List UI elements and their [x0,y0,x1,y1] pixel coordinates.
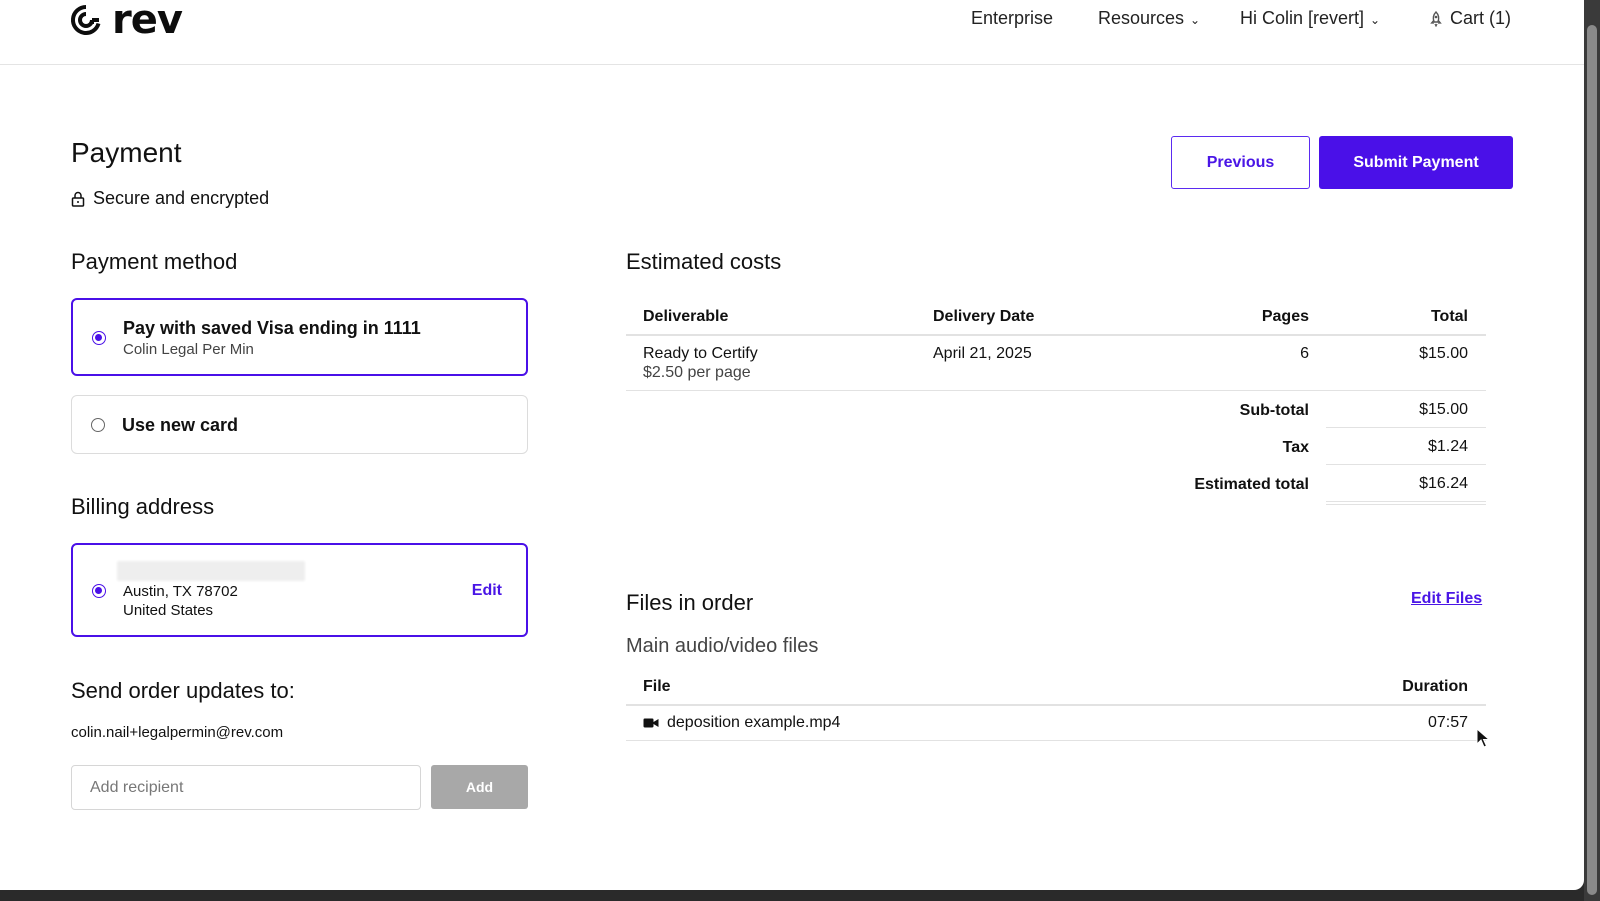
previous-button[interactable]: Previous [1171,136,1310,189]
saved-card-subtitle: Colin Legal Per Min [123,341,254,358]
tax-label: Tax [1282,439,1309,456]
estimated-total-label: Estimated total [1194,476,1309,493]
new-card-title: Use new card [122,415,239,435]
column-header-duration: Duration [1402,678,1468,695]
brand-name: rev [112,0,183,43]
redacted-street-address [117,561,305,581]
nav-user-label: Hi Colin [revert] [1240,8,1365,28]
submit-payment-button[interactable]: Submit Payment [1319,136,1513,189]
files-header-divider [626,704,1486,706]
nav-cart[interactable]: Cart (1) [1428,8,1511,29]
address-country-line: United States [123,602,214,619]
new-card-option[interactable]: Use new card [71,395,528,454]
rev-logo-icon [70,5,101,35]
secure-label: Secure and encrypted [93,188,270,208]
files-table: File Duration deposition example.mp4 07:… [626,672,1486,742]
deliverable-rate: $2.50 per page [643,364,751,381]
file-duration: 07:57 [1427,714,1468,731]
nav-cart-label: Cart (1) [1450,8,1512,28]
submit-payment-label: Submit Payment [1353,153,1479,171]
estimated-total-double-divider [1326,504,1486,505]
previous-button-label: Previous [1206,153,1275,171]
tax-divider [1326,464,1486,465]
nav-user-dropdown[interactable]: Hi Colin [revert] ⌄ [1240,8,1380,29]
row-total: $15.00 [1419,345,1468,362]
delivery-date: April 21, 2025 [933,345,1032,362]
file-row: deposition example.mp4 [643,714,840,732]
rev-logo[interactable]: rev [70,0,183,43]
chevron-down-icon: ⌄ [1370,12,1381,27]
page-count: 6 [1300,345,1309,362]
lock-icon [71,191,85,207]
column-header-total: Total [1430,308,1468,325]
subtotal-divider [1326,427,1486,428]
rocket-icon [1430,10,1442,27]
add-recipient-button[interactable]: Add [431,765,528,809]
deliverable-name: Ready to Certify [643,345,758,362]
saved-card-title: Pay with saved Visa ending in 1111 [123,318,421,338]
add-button-label: Add [465,779,494,795]
payment-method-heading: Payment method [71,249,238,274]
page-title: Payment [71,137,182,168]
column-header-file: File [643,678,671,695]
column-header-deliverable: Deliverable [643,308,729,325]
column-header-delivery-date: Delivery Date [933,308,1035,325]
main-files-subheading: Main audio/video files [626,635,819,657]
saved-card-radio[interactable] [92,331,106,345]
order-updates-heading: Send order updates to: [71,678,295,703]
files-in-order-heading: Files in order [626,590,754,615]
secure-notice: Secure and encrypted [71,188,269,209]
table-row-divider [626,390,1486,391]
update-recipient-email: colin.nail+legalpermin@rev.com [71,724,284,741]
edit-address-link[interactable]: Edit [472,582,502,600]
subtotal-label: Sub-total [1239,402,1309,419]
new-card-radio[interactable] [91,418,105,432]
billing-address-heading: Billing address [71,494,215,519]
video-camera-icon [643,718,659,728]
estimated-costs-heading: Estimated costs [626,249,782,274]
top-navigation: rev Enterprise Resources ⌄ Hi Colin [rev… [0,0,1584,65]
tax-value: $1.24 [1427,438,1468,455]
scrollbar-thumb[interactable] [1587,25,1597,895]
mouse-cursor-icon [1476,728,1490,748]
nav-enterprise[interactable]: Enterprise [971,8,1053,29]
edit-files-link[interactable]: Edit Files [1411,590,1482,608]
chevron-down-icon: ⌄ [1190,12,1201,27]
saved-card-option[interactable]: Pay with saved Visa ending in 1111 Colin… [71,298,528,376]
estimated-costs-table: Deliverable Delivery Date Pages Total Re… [626,300,1486,510]
nav-resources-label: Resources [1098,8,1185,28]
add-recipient-input[interactable] [71,765,421,810]
estimated-total-divider [1326,501,1486,502]
estimated-total-value: $16.24 [1419,475,1468,492]
page: rev Enterprise Resources ⌄ Hi Colin [rev… [0,0,1584,890]
billing-address-radio[interactable] [92,584,106,598]
address-city-line: Austin, TX 78702 [123,583,238,600]
subtotal-value: $15.00 [1419,401,1468,418]
column-header-pages: Pages [1261,308,1309,325]
nav-enterprise-label: Enterprise [971,8,1054,28]
file-name: deposition example.mp4 [667,714,841,731]
billing-address-option[interactable]: Austin, TX 78702 United States Edit [71,543,528,637]
file-row-divider [626,740,1486,741]
table-header-divider [626,334,1486,336]
vertical-scrollbar[interactable] [1584,0,1600,901]
nav-resources-dropdown[interactable]: Resources ⌄ [1098,8,1200,29]
